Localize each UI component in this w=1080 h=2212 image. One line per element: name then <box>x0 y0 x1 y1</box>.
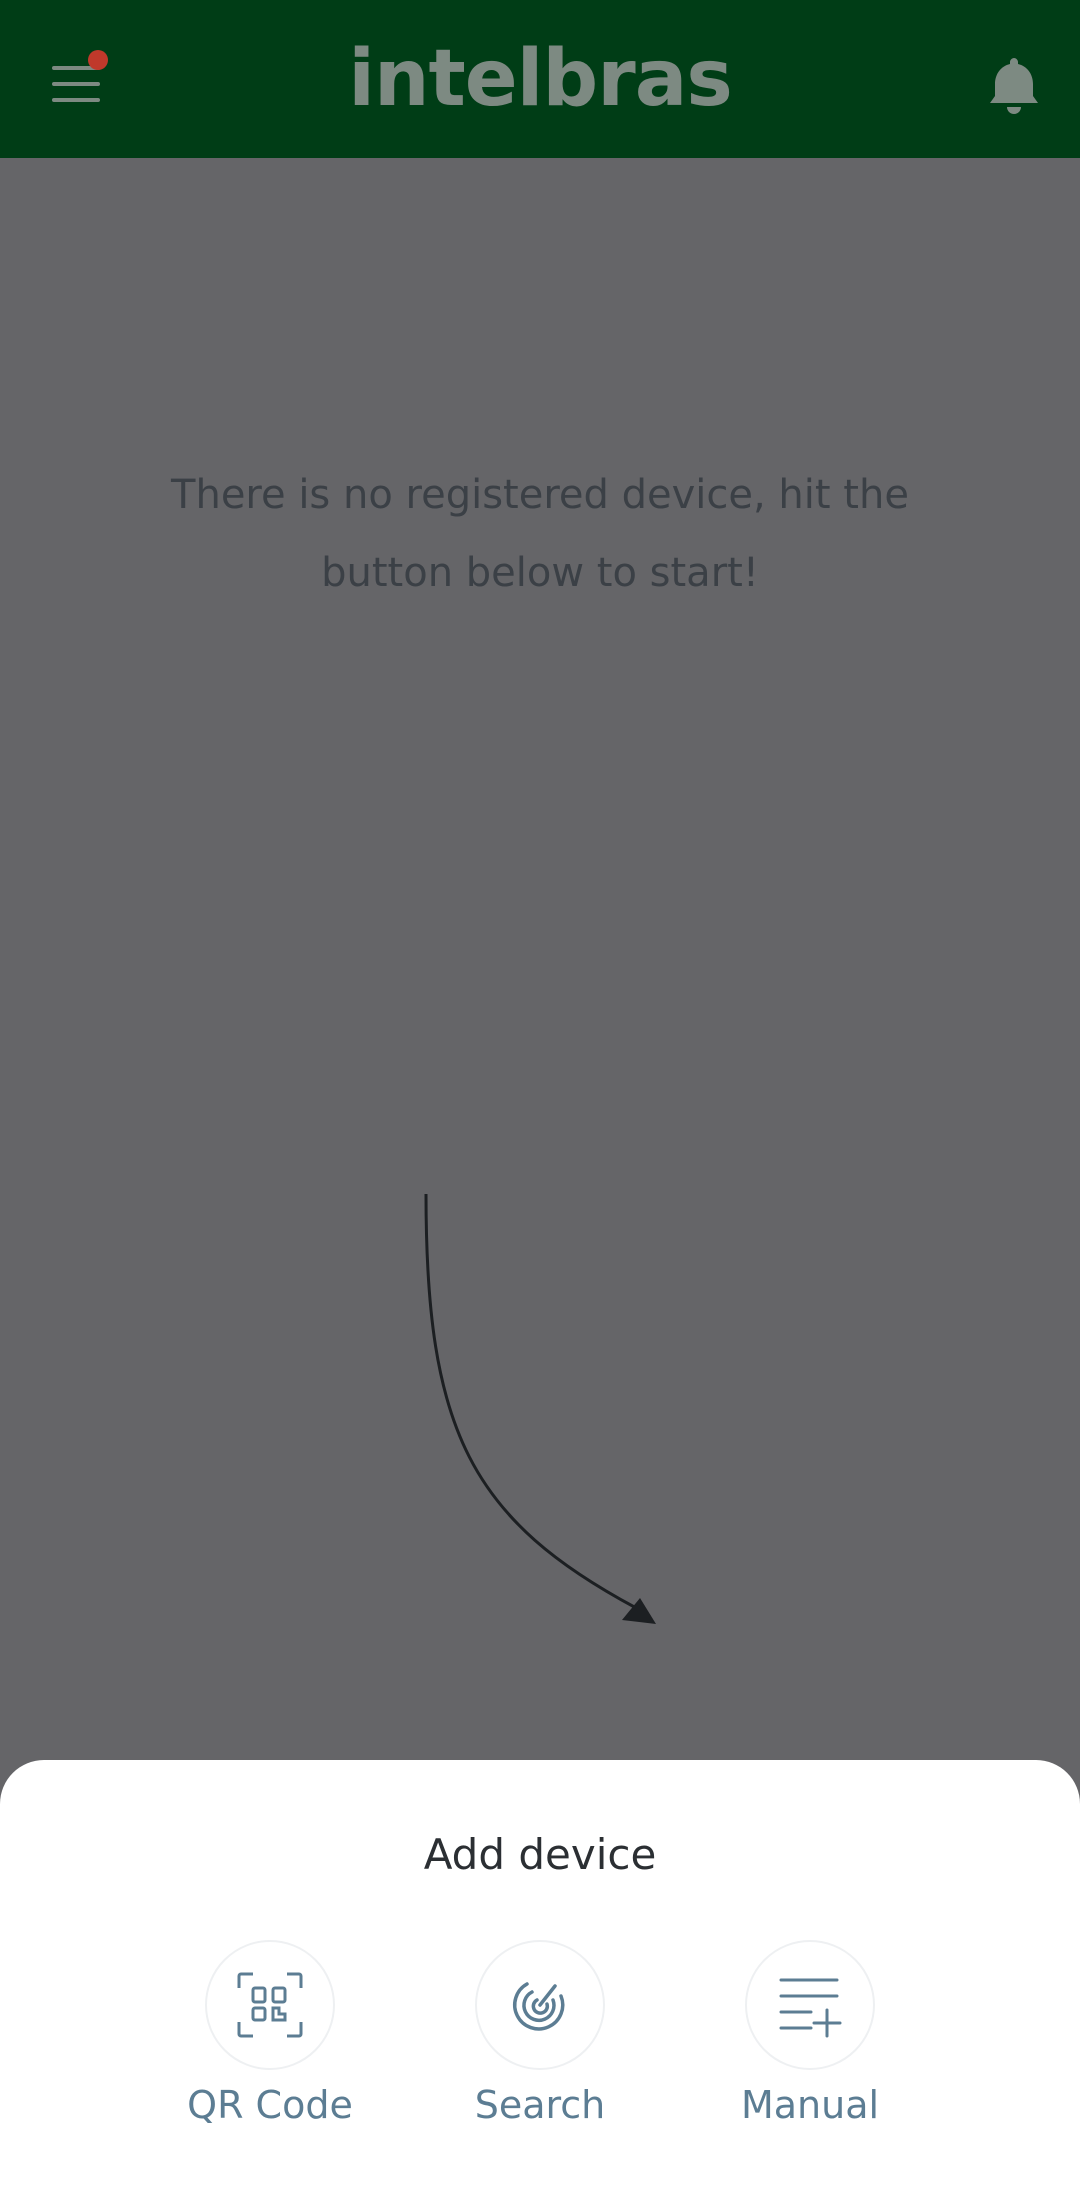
qr-code-label: QR Code <box>187 2083 353 2127</box>
manual-label: Manual <box>740 2083 880 2127</box>
manual-option[interactable]: Manual <box>690 1940 930 2140</box>
app-screen: intelbras There is no registered device,… <box>0 0 1080 2212</box>
sheet-title: Add device <box>423 1830 657 1879</box>
empty-state-message: There is no registered device, hit the b… <box>171 472 909 596</box>
brand-logo: intelbras <box>348 34 733 124</box>
list-add-icon <box>779 1978 842 2038</box>
qr-code-button[interactable] <box>205 1940 335 2070</box>
search-button[interactable] <box>475 1940 605 2070</box>
search-radar-icon <box>512 1982 565 2031</box>
curved-arrow-pointer <box>424 1193 656 1624</box>
notifications-button[interactable] <box>978 50 1050 122</box>
qr-code-icon <box>237 1972 303 2038</box>
bell-icon <box>990 58 1038 114</box>
manual-button[interactable] <box>745 1940 875 2070</box>
search-label: Search <box>474 2083 606 2127</box>
qr-code-option[interactable]: QR Code <box>150 1940 390 2140</box>
add-device-bottom-sheet: Add device QR Code Search Manual <box>0 1760 1080 2212</box>
top-app-bar: intelbras <box>0 0 1080 158</box>
search-option[interactable]: Search <box>420 1940 660 2140</box>
